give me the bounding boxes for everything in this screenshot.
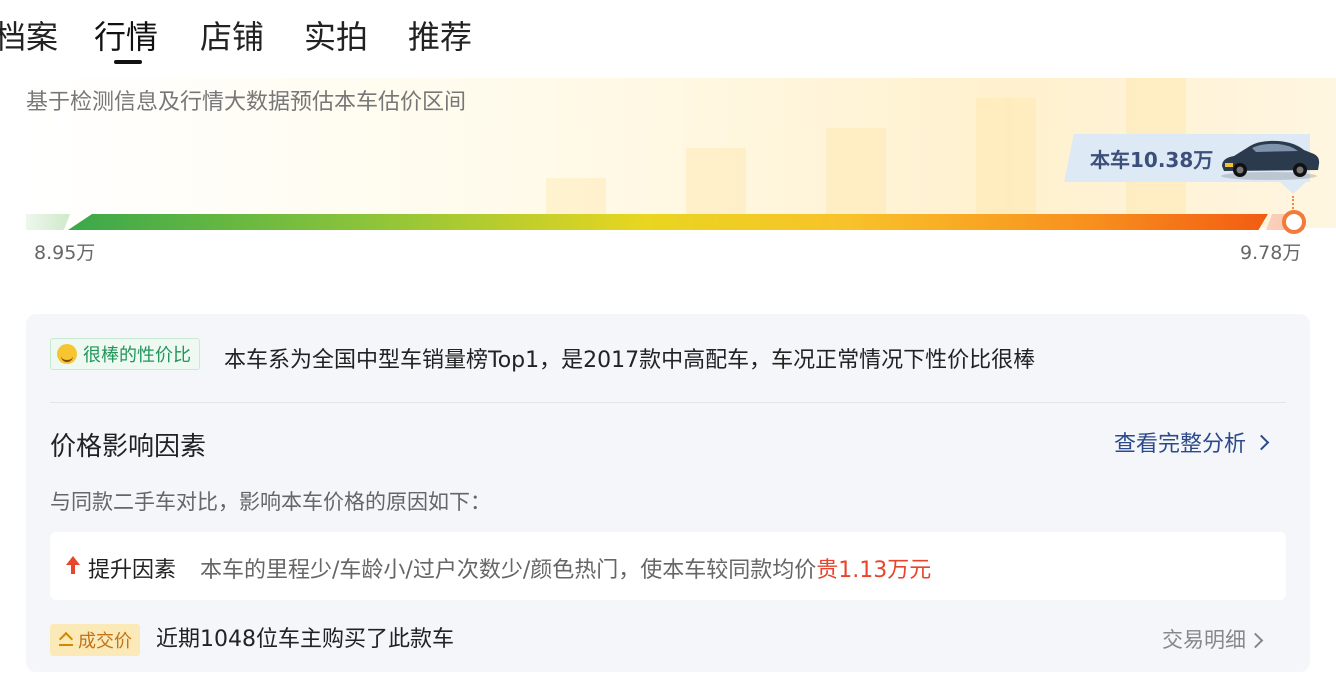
chevron-right-icon	[1247, 632, 1264, 648]
view-full-analysis-label: 查看完整分析	[1114, 432, 1247, 457]
divider	[50, 402, 1286, 403]
deal-price-tag: 成交价	[50, 624, 140, 656]
range-min-label: 8.95万	[34, 242, 96, 264]
value-rating-label: 很棒的性价比	[83, 345, 191, 366]
factor-text: 本车的里程少/车龄小/过户次数少/颜色热门，使本车较同款均价	[200, 558, 817, 583]
car-thumbnail-icon	[1221, 140, 1320, 180]
chevron-right-icon	[1253, 434, 1270, 450]
deal-summary: 近期1048位车主购买了此款车	[156, 627, 454, 652]
current-price-marker	[1282, 210, 1306, 234]
tab-archive[interactable]: 档案	[0, 14, 58, 60]
tab-market[interactable]: 行情	[94, 14, 158, 60]
price-analysis-card: 很棒的性价比 本车系为全国中型车销量榜Top1，是2017款中高配车，车况正常情…	[26, 314, 1310, 672]
factor-type-label: 提升因素	[88, 558, 177, 583]
price-gradient-bar	[68, 214, 1268, 230]
factor-amount: 贵1.13万元	[816, 558, 932, 583]
price-factors-description: 与同款二手车对比，影响本车价格的原因如下：	[50, 490, 491, 514]
value-summary: 本车系为全国中型车销量榜Top1，是2017款中高配车，车况正常情况下性价比很棒	[224, 348, 1036, 373]
tag-icon	[58, 632, 74, 648]
trade-details-label: 交易明细	[1162, 628, 1246, 652]
trade-details-link[interactable]: 交易明细	[1162, 624, 1264, 656]
price-factors-title: 价格影响因素	[50, 432, 207, 462]
price-range-bar	[26, 214, 1304, 230]
value-rating-tag: 很棒的性价比	[50, 338, 200, 370]
price-badge-pointer	[1280, 182, 1306, 194]
estimate-subtitle: 基于检测信息及行情大数据预估本车估价区间	[26, 90, 467, 115]
active-tab-indicator	[114, 60, 142, 64]
tab-recommend[interactable]: 推荐	[408, 14, 472, 60]
tab-store[interactable]: 店铺	[200, 14, 264, 60]
tab-photos[interactable]: 实拍	[304, 14, 368, 60]
deal-price-label: 成交价	[78, 631, 132, 652]
tab-bar: 档案 行情 店铺 实拍 推荐	[0, 0, 1336, 70]
view-full-analysis-link[interactable]: 查看完整分析	[1114, 426, 1270, 458]
factor-description: 本车的里程少/车龄小/过户次数少/颜色热门，使本车较同款均价贵1.13万元	[200, 552, 931, 584]
price-factor-row: 提升因素 本车的里程少/车龄小/过户次数少/颜色热门，使本车较同款均价贵1.13…	[50, 532, 1286, 600]
price-estimate-section: 基于检测信息及行情大数据预估本车估价区间 本车10.38万 8.95万 9.78…	[0, 76, 1336, 276]
star-eyes-emoji-icon	[57, 344, 77, 364]
range-max-label: 9.78万	[1240, 242, 1302, 264]
current-price-label: 本车10.38万	[1090, 148, 1214, 172]
